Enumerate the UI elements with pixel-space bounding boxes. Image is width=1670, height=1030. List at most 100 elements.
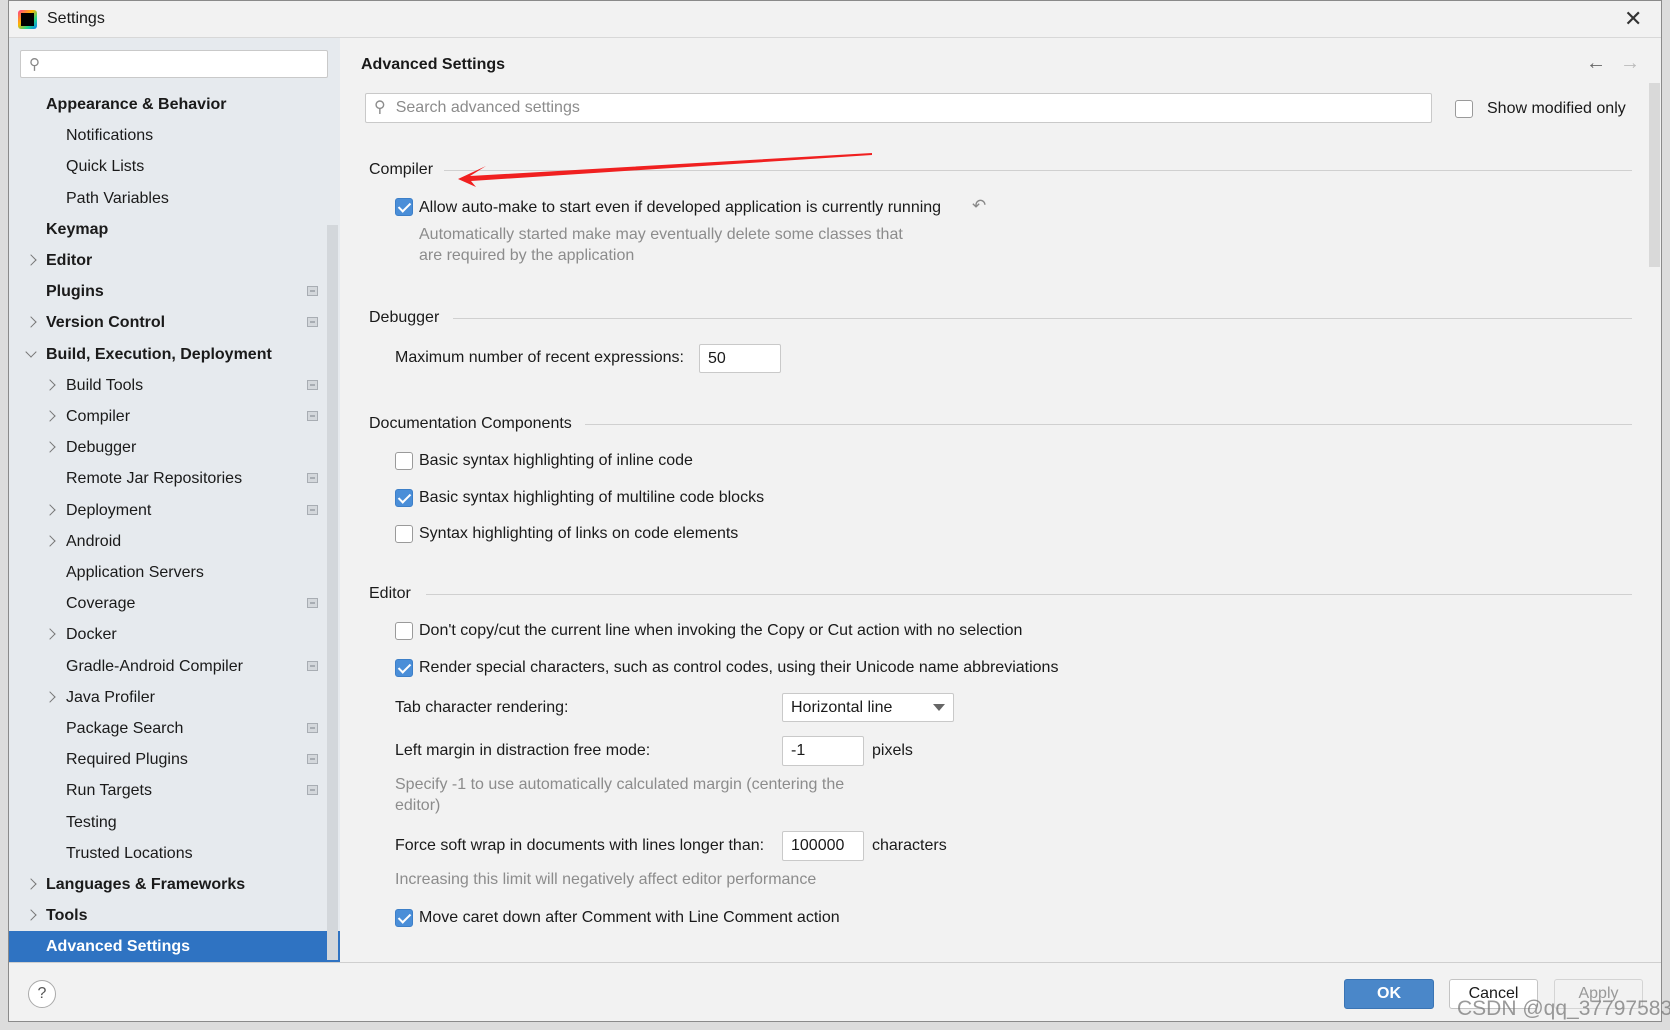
sidebar-item[interactable]: Application Servers: [9, 557, 340, 588]
sidebar-item[interactable]: Remote Jar Repositories: [9, 463, 340, 494]
sidebar-item[interactable]: Trusted Locations: [9, 838, 340, 869]
chevron-right-icon[interactable]: [44, 691, 56, 703]
sidebar-item[interactable]: Editor: [9, 245, 340, 276]
dropdown-arrow-icon: [933, 704, 945, 711]
chevron-right-icon[interactable]: [25, 878, 37, 890]
sidebar-item-label: Compiler: [66, 408, 131, 425]
back-arrow-icon[interactable]: ←: [1586, 52, 1606, 75]
divider: [585, 424, 1632, 425]
ok-button[interactable]: OK: [1344, 979, 1434, 1009]
sidebar-item-label: Coverage: [66, 595, 136, 613]
sidebar-item[interactable]: Keymap: [9, 214, 340, 245]
sidebar-item[interactable]: Required Plugins: [9, 744, 340, 775]
sidebar-item[interactable]: Compiler: [9, 401, 340, 432]
sidebar-item[interactable]: Languages & Frameworks: [9, 869, 340, 900]
sidebar-item[interactable]: Testing: [9, 807, 340, 838]
annotation-arrow: [458, 153, 872, 187]
sidebar-item[interactable]: Version Control: [9, 307, 340, 338]
window-title: Settings: [47, 10, 105, 27]
sidebar-item[interactable]: Debugger: [9, 432, 340, 463]
help-button[interactable]: ?: [28, 980, 56, 1008]
move-caret-checkbox[interactable]: [395, 909, 413, 927]
footer-divider: [9, 962, 1661, 963]
left-margin-input[interactable]: -1: [782, 736, 864, 766]
forward-arrow-icon[interactable]: →: [1620, 52, 1640, 75]
help-icon: ?: [37, 985, 47, 1002]
chevron-right-icon[interactable]: [44, 628, 56, 641]
sidebar-item-label: Required Plugins: [66, 751, 188, 769]
sidebar-item[interactable]: Notifications: [9, 120, 340, 151]
soft-wrap-unit: characters: [872, 837, 947, 854]
sidebar-item[interactable]: Build, Execution, Deployment: [9, 339, 340, 370]
links-highlighting-checkbox[interactable]: [395, 525, 413, 543]
sidebar-item-label: Application Servers: [66, 564, 204, 581]
project-level-icon: [307, 754, 318, 765]
project-level-icon: [307, 660, 318, 671]
chevron-right-icon[interactable]: [25, 316, 37, 329]
sidebar-item-label: Run Targets: [66, 782, 152, 800]
left-margin-unit: pixels: [872, 742, 913, 759]
sidebar-item[interactable]: Quick Lists: [9, 151, 340, 182]
sidebar-item[interactable]: Package Search: [9, 713, 340, 744]
watermark: CSDN @qq_37797583: [1457, 997, 1670, 1020]
left-margin-description: Specify -1 to use automatically calculat…: [395, 776, 845, 793]
sidebar-item-label: Java Profiler: [66, 688, 155, 706]
sidebar-item[interactable]: Gradle-Android Compiler: [9, 651, 340, 682]
sidebar-item-label: Plugins: [46, 283, 104, 301]
sidebar-item[interactable]: Coverage: [9, 588, 340, 619]
sidebar-item[interactable]: Build Tools: [9, 370, 340, 401]
sidebar-scrollbar[interactable]: [327, 225, 338, 960]
sidebar-item[interactable]: Tools: [9, 900, 340, 931]
close-icon[interactable]: ✕: [1624, 6, 1642, 32]
soft-wrap-description: Increasing this limit will negatively af…: [395, 871, 817, 888]
title-bar: Settings ✕: [9, 1, 1661, 38]
sidebar-item[interactable]: Plugins: [9, 276, 340, 307]
section-header-documentation: Documentation Components: [369, 415, 572, 432]
reset-undo-icon[interactable]: ↶: [972, 196, 986, 216]
sidebar-search-input[interactable]: ⚲: [20, 50, 328, 78]
chevron-right-icon[interactable]: [44, 441, 56, 453]
render-special-checkbox[interactable]: [395, 659, 413, 677]
sidebar-item[interactable]: Advanced Settings: [9, 931, 340, 963]
chevron-right-icon[interactable]: [44, 503, 56, 516]
chevron-right-icon[interactable]: [44, 379, 56, 391]
move-caret-label: Move caret down after Comment with Line …: [419, 909, 840, 926]
multiline-code-checkbox[interactable]: [395, 489, 413, 507]
sidebar-item-label: Deployment: [66, 501, 152, 519]
sidebar-item[interactable]: Deployment: [9, 495, 340, 526]
sidebar-item-label: Docker: [66, 626, 117, 644]
soft-wrap-input[interactable]: 100000: [782, 831, 864, 861]
sidebar-item-label: Remote Jar Repositories: [66, 470, 243, 488]
show-modified-checkbox[interactable]: [1455, 100, 1473, 118]
chevron-right-icon[interactable]: [44, 410, 56, 422]
chevron-right-icon[interactable]: [25, 254, 37, 266]
max-expressions-input[interactable]: 50: [699, 344, 781, 373]
sidebar-item[interactable]: Android: [9, 526, 340, 557]
sidebar-item[interactable]: Appearance & Behavior: [9, 89, 340, 120]
annotation-arrow-shape: [458, 153, 872, 187]
sidebar-item[interactable]: Path Variables: [9, 183, 340, 214]
search-icon: ⚲: [29, 56, 40, 73]
sidebar-item[interactable]: Docker: [9, 619, 340, 650]
inline-code-checkbox[interactable]: [395, 452, 413, 470]
no-copy-checkbox[interactable]: [395, 622, 413, 640]
chevron-down-icon[interactable]: [25, 345, 37, 358]
max-expressions-label: Maximum number of recent expressions:: [395, 349, 684, 366]
tab-rendering-label: Tab character rendering:: [395, 699, 569, 716]
sidebar-item[interactable]: Run Targets: [9, 775, 340, 806]
chevron-right-icon[interactable]: [44, 535, 56, 547]
sidebar-item-label: Appearance & Behavior: [46, 96, 227, 113]
sidebar-item-label: Advanced Settings: [46, 938, 191, 956]
project-level-icon: [307, 504, 318, 515]
chevron-right-icon[interactable]: [25, 909, 37, 921]
project-level-icon: [307, 379, 318, 390]
sidebar-item-label: Keymap: [46, 220, 109, 238]
sidebar-item[interactable]: Java Profiler: [9, 682, 340, 713]
sidebar-item-label: Tools: [46, 907, 88, 925]
left-margin-label: Left margin in distraction free mode:: [395, 742, 651, 759]
content-scrollbar[interactable]: [1649, 83, 1660, 267]
sidebar-item-label: Quick Lists: [66, 158, 145, 176]
project-level-icon: [307, 411, 318, 421]
section-header-editor: Editor: [369, 585, 411, 602]
tab-rendering-select[interactable]: Horizontal line: [782, 693, 954, 722]
